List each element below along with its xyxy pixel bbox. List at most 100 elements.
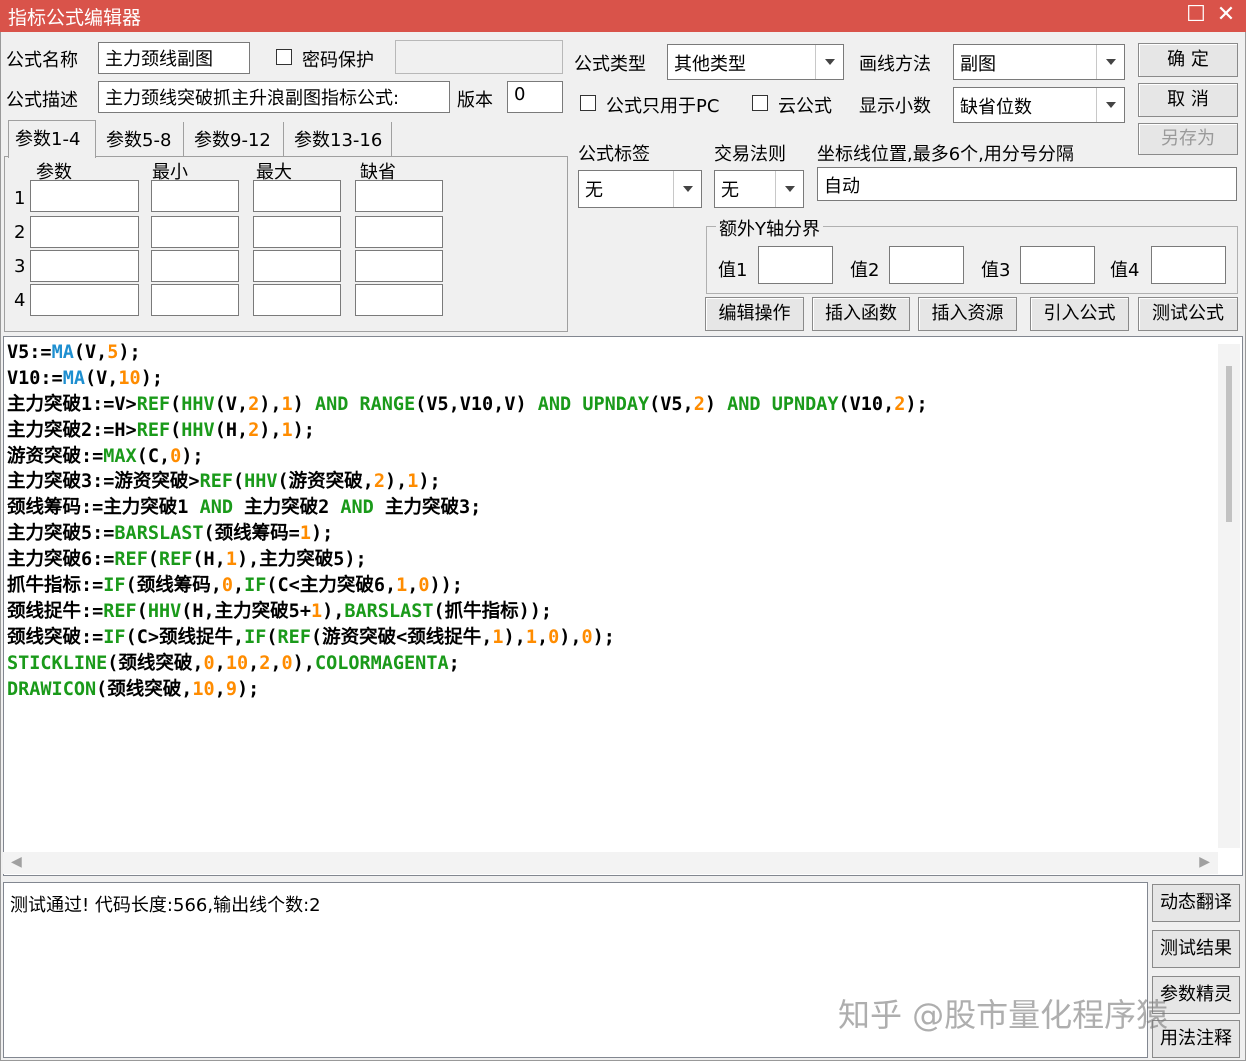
y-value2-input[interactable]	[889, 246, 964, 284]
param-min-input[interactable]	[151, 284, 239, 316]
code-line[interactable]: DRAWICON(颈线突破,10,9);	[7, 677, 928, 703]
param-default-input[interactable]	[355, 250, 443, 282]
code-token: ),	[259, 419, 282, 441]
code-line[interactable]: 主力突破2:=H>REF(HHV(H,2),1);	[7, 418, 928, 444]
param-default-input[interactable]	[355, 180, 443, 212]
param-max-input[interactable]	[253, 216, 341, 248]
code-line[interactable]: 颈线筹码:=主力突破1 AND 主力突破2 AND 主力突破3;	[7, 495, 928, 521]
formula-type-label: 公式类型	[574, 54, 646, 75]
param-default-input[interactable]	[355, 284, 443, 316]
formula-name-input[interactable]: 主力颈线副图	[98, 42, 250, 74]
scroll-right-icon[interactable]: ▶	[1199, 854, 1210, 870]
code-line[interactable]: 颈线突破:=IF(C>颈线捉牛,IF(REF(游资突破<颈线捉牛,1),1,0)…	[7, 625, 928, 651]
param-min-input[interactable]	[151, 216, 239, 248]
code-editor[interactable]: V5:=MA(V,5); V10:=MA(V,10); 主力突破1:=V>REF(H…	[3, 336, 1243, 876]
y-value1-input[interactable]	[758, 246, 833, 284]
tab-params-1-4[interactable]: 参数1-4	[8, 120, 96, 158]
param-default-input[interactable]	[355, 216, 443, 248]
password-input[interactable]	[395, 40, 563, 74]
draw-method-select[interactable]: 副图	[953, 44, 1125, 80]
code-token: V5:=	[7, 342, 52, 363]
y-value4-label: 值4	[1110, 260, 1140, 281]
code-token: (	[136, 600, 148, 622]
chevron-down-icon[interactable]	[1096, 88, 1124, 122]
code-line[interactable]: V10:=MA(V,10);	[7, 366, 928, 392]
edit-ops-button[interactable]: 编辑操作	[705, 297, 804, 331]
param-name-input[interactable]	[30, 284, 139, 316]
coord-line-input[interactable]: 自动	[817, 167, 1237, 201]
code-token: ),	[503, 626, 526, 648]
y-value3-input[interactable]	[1020, 246, 1095, 284]
trade-rule-select[interactable]: 无	[714, 170, 804, 208]
code-line[interactable]: 主力突破5:=BARSLAST(颈线筹码=1);	[7, 521, 928, 547]
y-value4-input[interactable]	[1151, 246, 1226, 284]
import-formula-button[interactable]: 引入公式	[1030, 297, 1129, 331]
code-line[interactable]: 主力突破3:=游资突破>REF(HHV(游资突破,2),1);	[7, 469, 928, 495]
ok-button[interactable]: 确 定	[1138, 43, 1238, 77]
formula-type-select[interactable]: 其他类型	[667, 44, 844, 80]
code-line[interactable]: 颈线捉牛:=REF(HHV(H,主力突破5+1),BARSLAST(抓牛指标))…	[7, 599, 928, 625]
code-token: ,	[232, 575, 245, 597]
code-token: ),	[292, 652, 315, 674]
code-token: REF	[136, 393, 171, 415]
code-token: AND	[537, 393, 572, 415]
extra-y-axis-label: 额外Y轴分界	[716, 215, 823, 241]
formula-tag-select[interactable]: 无	[578, 170, 702, 208]
trade-rule-value: 无	[721, 180, 739, 201]
formula-desc-input[interactable]: 主力颈线突破抓主升浪副图指标公式:	[98, 81, 450, 113]
code-line[interactable]: 主力突破6:=REF(REF(H,1),主力突破5);	[7, 547, 928, 573]
tab-params-13-16[interactable]: 参数13-16	[288, 122, 392, 156]
decimals-label: 显示小数	[859, 96, 931, 117]
dynamic-translate-button[interactable]: 动态翻译	[1152, 884, 1240, 922]
vertical-scroll-thumb[interactable]	[1226, 366, 1232, 522]
param-min-input[interactable]	[151, 250, 239, 282]
param-max-input[interactable]	[253, 284, 341, 316]
pc-only-checkbox[interactable]	[580, 95, 596, 111]
code-line[interactable]: 主力突破1:=V>REF(HHV(V,2),1) AND RANGE(V5,V1…	[7, 392, 928, 418]
param-min-input[interactable]	[151, 180, 239, 212]
insert-function-button[interactable]: 插入函数	[812, 297, 910, 331]
test-formula-button[interactable]: 测试公式	[1138, 297, 1238, 331]
param-row-number: 4	[14, 290, 26, 311]
code-token: REF	[199, 471, 233, 493]
horizontal-scrollbar[interactable]: ◀ ▶	[3, 852, 1218, 874]
chevron-down-icon[interactable]	[673, 171, 701, 207]
close-icon[interactable]: ✕	[1213, 2, 1239, 28]
code-token: ,	[248, 652, 260, 674]
code-token: ),主力突破5);	[236, 549, 367, 571]
code-token: (V,	[84, 367, 119, 389]
chevron-down-icon[interactable]	[775, 171, 803, 207]
code-line[interactable]: 抓牛指标:=IF(颈线筹码,0,IF(C<主力突破6,1,0));	[7, 573, 928, 599]
code-token: 抓牛指标:=	[7, 575, 104, 597]
save-as-button[interactable]: 另存为	[1138, 123, 1238, 155]
tab-params-5-8[interactable]: 参数5-8	[100, 122, 184, 156]
chevron-down-icon[interactable]	[1096, 45, 1124, 79]
param-max-input[interactable]	[253, 250, 341, 282]
param-max-input[interactable]	[253, 180, 341, 212]
tab-params-9-12[interactable]: 参数9-12	[188, 122, 284, 156]
version-input[interactable]: 0	[507, 81, 563, 113]
code-token: REF	[158, 549, 193, 571]
code-line[interactable]: 游资突破:=MAX(C,0);	[7, 444, 928, 470]
scroll-left-icon[interactable]: ◀	[11, 854, 22, 870]
param-name-input[interactable]	[30, 180, 139, 212]
code-token: IF	[244, 575, 267, 597]
test-result-button[interactable]: 测试结果	[1152, 930, 1240, 968]
code-text[interactable]: V5:=MA(V,5); V10:=MA(V,10); 主力突破1:=V>REF(H…	[7, 340, 928, 702]
cloud-checkbox[interactable]	[752, 95, 768, 111]
param-name-input[interactable]	[30, 216, 139, 248]
cancel-button[interactable]: 取 消	[1138, 83, 1238, 117]
code-line[interactable]: STICKLINE(颈线突破,0,10,2,0),COLORMAGENTA;	[7, 651, 928, 677]
param-name-input[interactable]	[30, 250, 139, 282]
code-token: );	[236, 678, 260, 700]
code-line[interactable]: V5:=MA(V,5);	[7, 340, 928, 366]
title-bar: 指标公式编辑器 ☐ ✕	[0, 0, 1246, 32]
password-checkbox[interactable]	[276, 49, 292, 65]
decimals-select[interactable]: 缺省位数	[953, 87, 1125, 123]
maximize-icon[interactable]: ☐	[1183, 2, 1209, 28]
insert-resource-button[interactable]: 插入资源	[918, 297, 1017, 331]
chevron-down-icon[interactable]	[815, 45, 843, 79]
code-token: 1	[225, 549, 237, 571]
code-token: 5	[107, 342, 119, 363]
